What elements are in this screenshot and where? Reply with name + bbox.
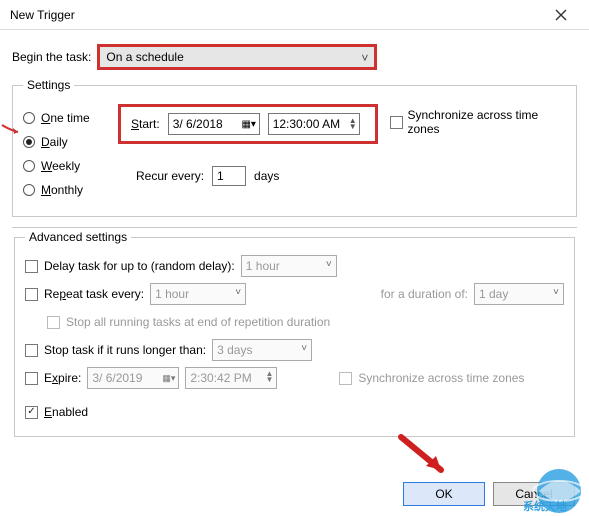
radio-icon [23, 136, 35, 148]
duration-label: for a duration of: [381, 287, 468, 301]
chevron-down-icon: ˅ [326, 259, 332, 270]
calendar-icon: ▦▾ [162, 373, 175, 384]
expire-checkbox[interactable] [25, 372, 38, 385]
ok-button-label: OK [435, 487, 452, 501]
start-date-picker[interactable]: 3/ 6/2018 ▦▾ [168, 113, 260, 135]
radio-monthly-label: Monthly [41, 183, 83, 197]
radio-weekly[interactable]: Weekly [23, 154, 118, 178]
stop-if-label: Stop task if it runs longer than: [44, 343, 206, 357]
radio-daily[interactable]: Daily [23, 130, 118, 154]
ok-button[interactable]: OK [403, 482, 485, 506]
begin-task-label: Begin the task: [12, 50, 91, 64]
start-time-value: 12:30:00 AM [273, 117, 340, 131]
expire-date-value: 3/ 6/2019 [92, 371, 142, 385]
duration-combo[interactable]: 1 day ˅ [474, 283, 564, 305]
delay-value: 1 hour [246, 259, 280, 273]
titlebar: New Trigger [0, 0, 589, 30]
advanced-settings-group: Advanced settings Delay task for up to (… [14, 230, 575, 437]
expire-time-picker[interactable]: 2:30:42 PM ▲▼ [185, 367, 277, 389]
stop-all-label: Stop all running tasks at end of repetit… [66, 315, 330, 329]
stop-all-checkbox [47, 316, 60, 329]
radio-icon [23, 160, 35, 172]
radio-icon [23, 112, 35, 124]
sync-timezones-checkbox[interactable] [390, 116, 403, 129]
calendar-icon: ▦▾ [241, 116, 257, 132]
chevron-down-icon: ˅ [553, 287, 559, 298]
radio-weekly-label: Weekly [41, 159, 80, 173]
repeat-combo[interactable]: 1 hour ˅ [150, 283, 246, 305]
radio-one-time-label: One time [41, 111, 90, 125]
settings-group: Settings One time Daily Weekly Monthly [12, 78, 577, 217]
radio-icon [23, 184, 35, 196]
enabled-label: Enabled [44, 405, 88, 419]
spinner-icon: ▲▼ [265, 371, 273, 383]
radio-monthly[interactable]: Monthly [23, 178, 118, 202]
delay-checkbox[interactable] [25, 260, 38, 273]
begin-task-value: On a schedule [106, 50, 183, 64]
close-icon [555, 9, 567, 21]
expire-label: Expire: [44, 371, 81, 385]
delay-label: Delay task for up to (random delay): [44, 259, 235, 273]
repeat-checkbox[interactable] [25, 288, 38, 301]
repeat-value: 1 hour [155, 287, 189, 301]
advanced-legend: Advanced settings [25, 230, 131, 244]
start-date-value: 3/ 6/2018 [173, 117, 223, 131]
divider [12, 227, 577, 228]
begin-task-dropdown[interactable]: On a schedule ˅ [97, 44, 377, 70]
stop-if-combo[interactable]: 3 days ˅ [212, 339, 312, 361]
duration-value: 1 day [479, 287, 508, 301]
recur-label: Recur every: [136, 169, 204, 183]
expire-time-value: 2:30:42 PM [190, 371, 251, 385]
sync-timezones-label: Synchronize across time zones [408, 108, 567, 136]
expire-date-picker[interactable]: 3/ 6/2019 ▦▾ [87, 367, 179, 389]
chevron-down-icon: ˅ [301, 343, 307, 354]
cancel-button-label: Cancel [515, 487, 552, 501]
stop-if-checkbox[interactable] [25, 344, 38, 357]
settings-legend: Settings [23, 78, 74, 92]
spinner-icon: ▲▼ [349, 118, 357, 130]
start-group: Start: 3/ 6/2018 ▦▾ 12:30:00 AM ▲▼ [118, 104, 378, 144]
delay-combo[interactable]: 1 hour ˅ [241, 255, 337, 277]
recur-value-input[interactable] [212, 166, 246, 186]
chevron-down-icon: ˅ [235, 287, 241, 298]
chevron-down-icon: ˅ [361, 51, 368, 65]
window-title: New Trigger [10, 8, 75, 22]
recur-unit: days [254, 169, 279, 183]
stop-if-value: 3 days [217, 343, 252, 357]
start-time-picker[interactable]: 12:30:00 AM ▲▼ [268, 113, 360, 135]
expire-sync-checkbox [339, 372, 352, 385]
repeat-label: Repeat task every: [44, 287, 144, 301]
radio-daily-label: Daily [41, 135, 68, 149]
close-button[interactable] [541, 1, 581, 29]
radio-one-time[interactable]: One time [23, 106, 118, 130]
cancel-button[interactable]: Cancel [493, 482, 575, 506]
start-label: Start: [131, 117, 160, 131]
expire-sync-label: Synchronize across time zones [358, 371, 524, 385]
enabled-checkbox[interactable] [25, 406, 38, 419]
